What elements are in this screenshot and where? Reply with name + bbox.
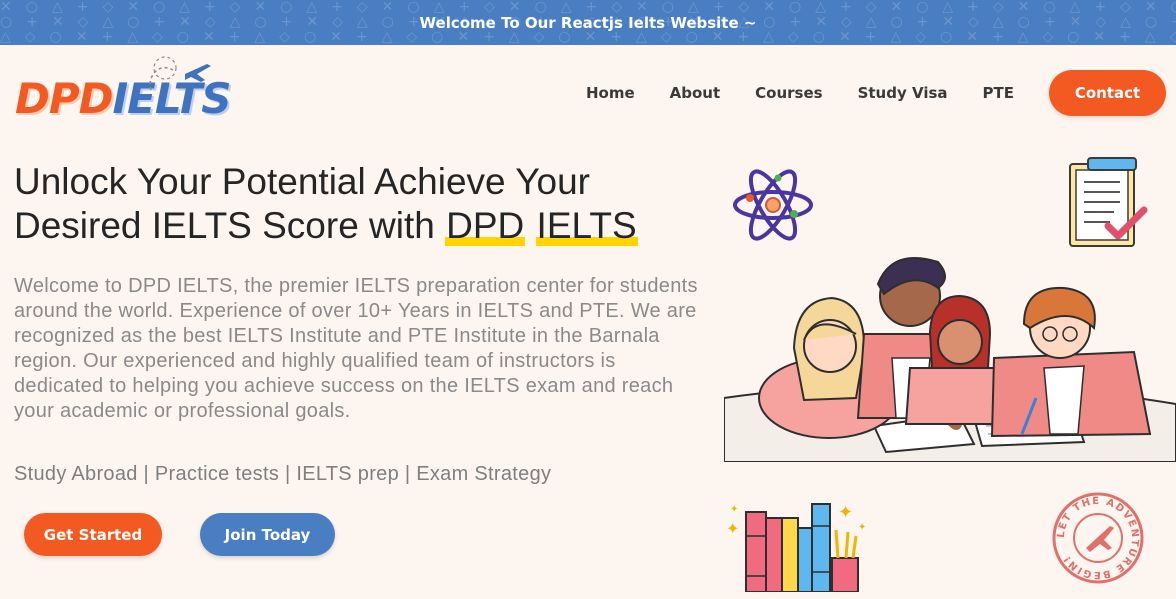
nav-pte[interactable]: PTE	[983, 84, 1014, 102]
join-today-button[interactable]: Join Today	[200, 513, 335, 556]
nav-about[interactable]: About	[670, 84, 721, 102]
hero-title: Unlock Your Potential Achieve Your Desir…	[14, 160, 704, 248]
atom-icon	[733, 169, 813, 241]
svg-text:✦: ✦	[858, 522, 866, 533]
highlight-ielts: IELTS	[535, 205, 638, 246]
svg-text:✦: ✦	[730, 504, 738, 515]
books-icon: ✦ ✦ ✦ ✦	[726, 502, 866, 592]
adventure-stamp-icon: LET THE ADVENTURE BEGIN!	[1052, 492, 1144, 584]
nav-study-visa[interactable]: Study Visa	[858, 84, 948, 102]
hero-title-line2: Desired IELTS Score with	[14, 205, 446, 246]
hero-title-line1: Unlock Your Potential Achieve Your	[14, 161, 590, 202]
announcement-text: Welcome To Our Reactjs Ielts Website ~	[419, 13, 757, 32]
hero-tagline: Study Abroad | Practice tests | IELTS pr…	[14, 463, 552, 485]
contact-button[interactable]: Contact	[1049, 70, 1166, 116]
logo-text-dpd: DPD	[15, 74, 114, 123]
clipboard-checklist-icon	[1069, 157, 1148, 247]
main-nav: Home About Courses Study Visa PTE Contac…	[551, 70, 1166, 116]
hero-description: Welcome to DPD IELTS, the premier IELTS …	[14, 275, 698, 422]
nav-courses[interactable]: Courses	[755, 84, 822, 102]
nav-home[interactable]: Home	[586, 84, 635, 102]
airplane-icon	[149, 56, 211, 91]
get-started-button[interactable]: Get Started	[24, 513, 162, 556]
students-studying-illustration	[724, 257, 1176, 462]
svg-text:✦: ✦	[838, 502, 853, 523]
site-logo[interactable]: DPDIELTS	[15, 56, 232, 128]
highlight-dpd: DPD	[445, 205, 526, 246]
svg-text:✦: ✦	[726, 519, 739, 538]
announcement-bar: ✕○△+◇✕○△+◇✕○△+◇✕○△+◇✕○△+◇✕○△+◇✕○△+◇✕○△+◇…	[0, 0, 1176, 45]
